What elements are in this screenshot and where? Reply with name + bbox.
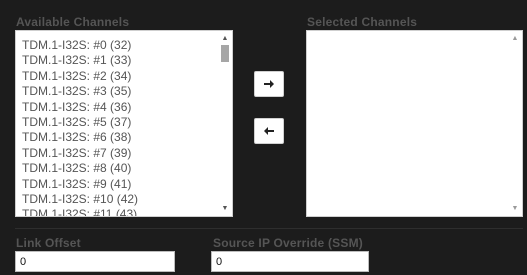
channel-list-item[interactable]: TDM.1-I32S: #11 (43) [22,207,212,216]
arrow-left-icon [264,127,274,135]
scroll-thumb[interactable] [221,45,229,62]
channel-list-item[interactable]: TDM.1-I32S: #0 (32) [22,38,212,53]
channel-list-item[interactable]: TDM.1-I32S: #3 (35) [22,84,212,99]
available-channels-scrollbar[interactable]: ▲ ▼ [218,31,232,216]
channel-list-item[interactable]: TDM.1-I32S: #2 (34) [22,69,212,84]
available-channels-label: Available Channels [16,15,130,29]
link-offset-input[interactable] [15,251,175,272]
channel-list-item[interactable]: TDM.1-I32S: #6 (38) [22,130,212,145]
selected-channels-listbox[interactable]: ▲ ▼ [306,30,523,217]
available-channels-list: TDM.1-I32S: #0 (32) TDM.1-I32S: #1 (33) TD… [22,38,212,216]
channel-list-item[interactable]: TDM.1-I32S: #1 (33) [22,53,212,68]
scroll-up-arrow-icon[interactable]: ▲ [218,33,232,45]
remove-channel-button[interactable] [254,118,284,144]
scroll-up-arrow-icon[interactable]: ▲ [508,33,522,45]
channel-list-item[interactable]: TDM.1-I32S: #10 (42) [22,192,212,207]
channel-list-item[interactable]: TDM.1-I32S: #7 (39) [22,146,212,161]
link-offset-label: Link Offset [16,236,81,250]
scroll-down-arrow-icon[interactable]: ▼ [508,203,522,215]
channel-list-item[interactable]: TDM.1-I32S: #4 (36) [22,100,212,115]
available-channels-listbox[interactable]: TDM.1-I32S: #0 (32) TDM.1-I32S: #1 (33) TD… [15,30,233,217]
source-ip-override-input[interactable] [211,251,369,272]
selected-channels-label: Selected Channels [307,15,418,29]
add-channel-button[interactable] [254,71,284,97]
selected-channels-scrollbar[interactable]: ▲ ▼ [508,31,522,216]
source-ip-override-label: Source IP Override (SSM) [213,236,363,250]
channel-list-item[interactable]: TDM.1-I32S: #5 (37) [22,115,212,130]
arrow-right-icon [264,80,274,88]
section-divider [15,228,523,229]
channel-list-item[interactable]: TDM.1-I32S: #9 (41) [22,177,212,192]
scroll-down-arrow-icon[interactable]: ▼ [218,203,232,215]
channel-list-item[interactable]: TDM.1-I32S: #8 (40) [22,161,212,176]
